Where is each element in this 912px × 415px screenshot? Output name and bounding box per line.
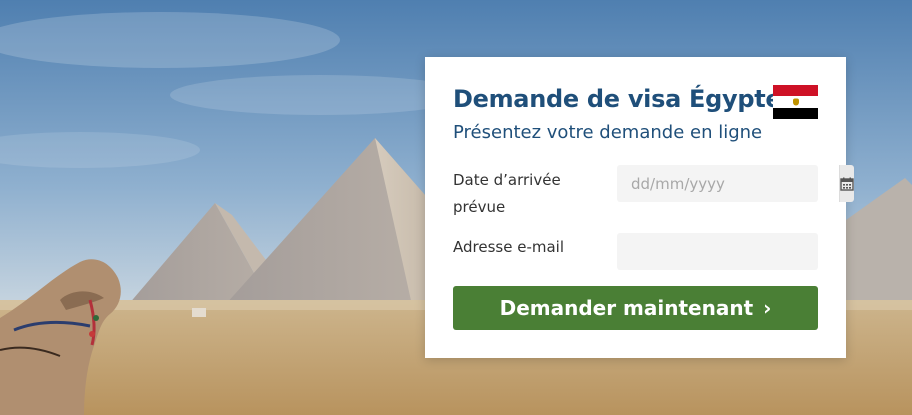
- arrival-date-field[interactable]: [617, 165, 854, 202]
- egypt-flag-icon: [773, 85, 818, 119]
- chevron-right-icon: ›: [763, 296, 772, 320]
- visa-application-card: Demande de visa Égypte Présentez votre d…: [425, 57, 854, 358]
- calendar-icon[interactable]: [839, 165, 854, 202]
- form-subtitle: Présentez votre demande en ligne: [453, 122, 763, 143]
- apply-now-label: Demander maintenant: [499, 296, 754, 320]
- arrival-date-input[interactable]: [617, 165, 839, 202]
- form-title: Demande de visa Égypte: [453, 85, 782, 113]
- email-label: Adresse e-mail: [453, 238, 564, 256]
- arrival-date-label: Date d’arrivée prévue: [453, 171, 561, 216]
- apply-now-button[interactable]: Demander maintenant ›: [453, 286, 818, 330]
- email-input[interactable]: [617, 233, 818, 270]
